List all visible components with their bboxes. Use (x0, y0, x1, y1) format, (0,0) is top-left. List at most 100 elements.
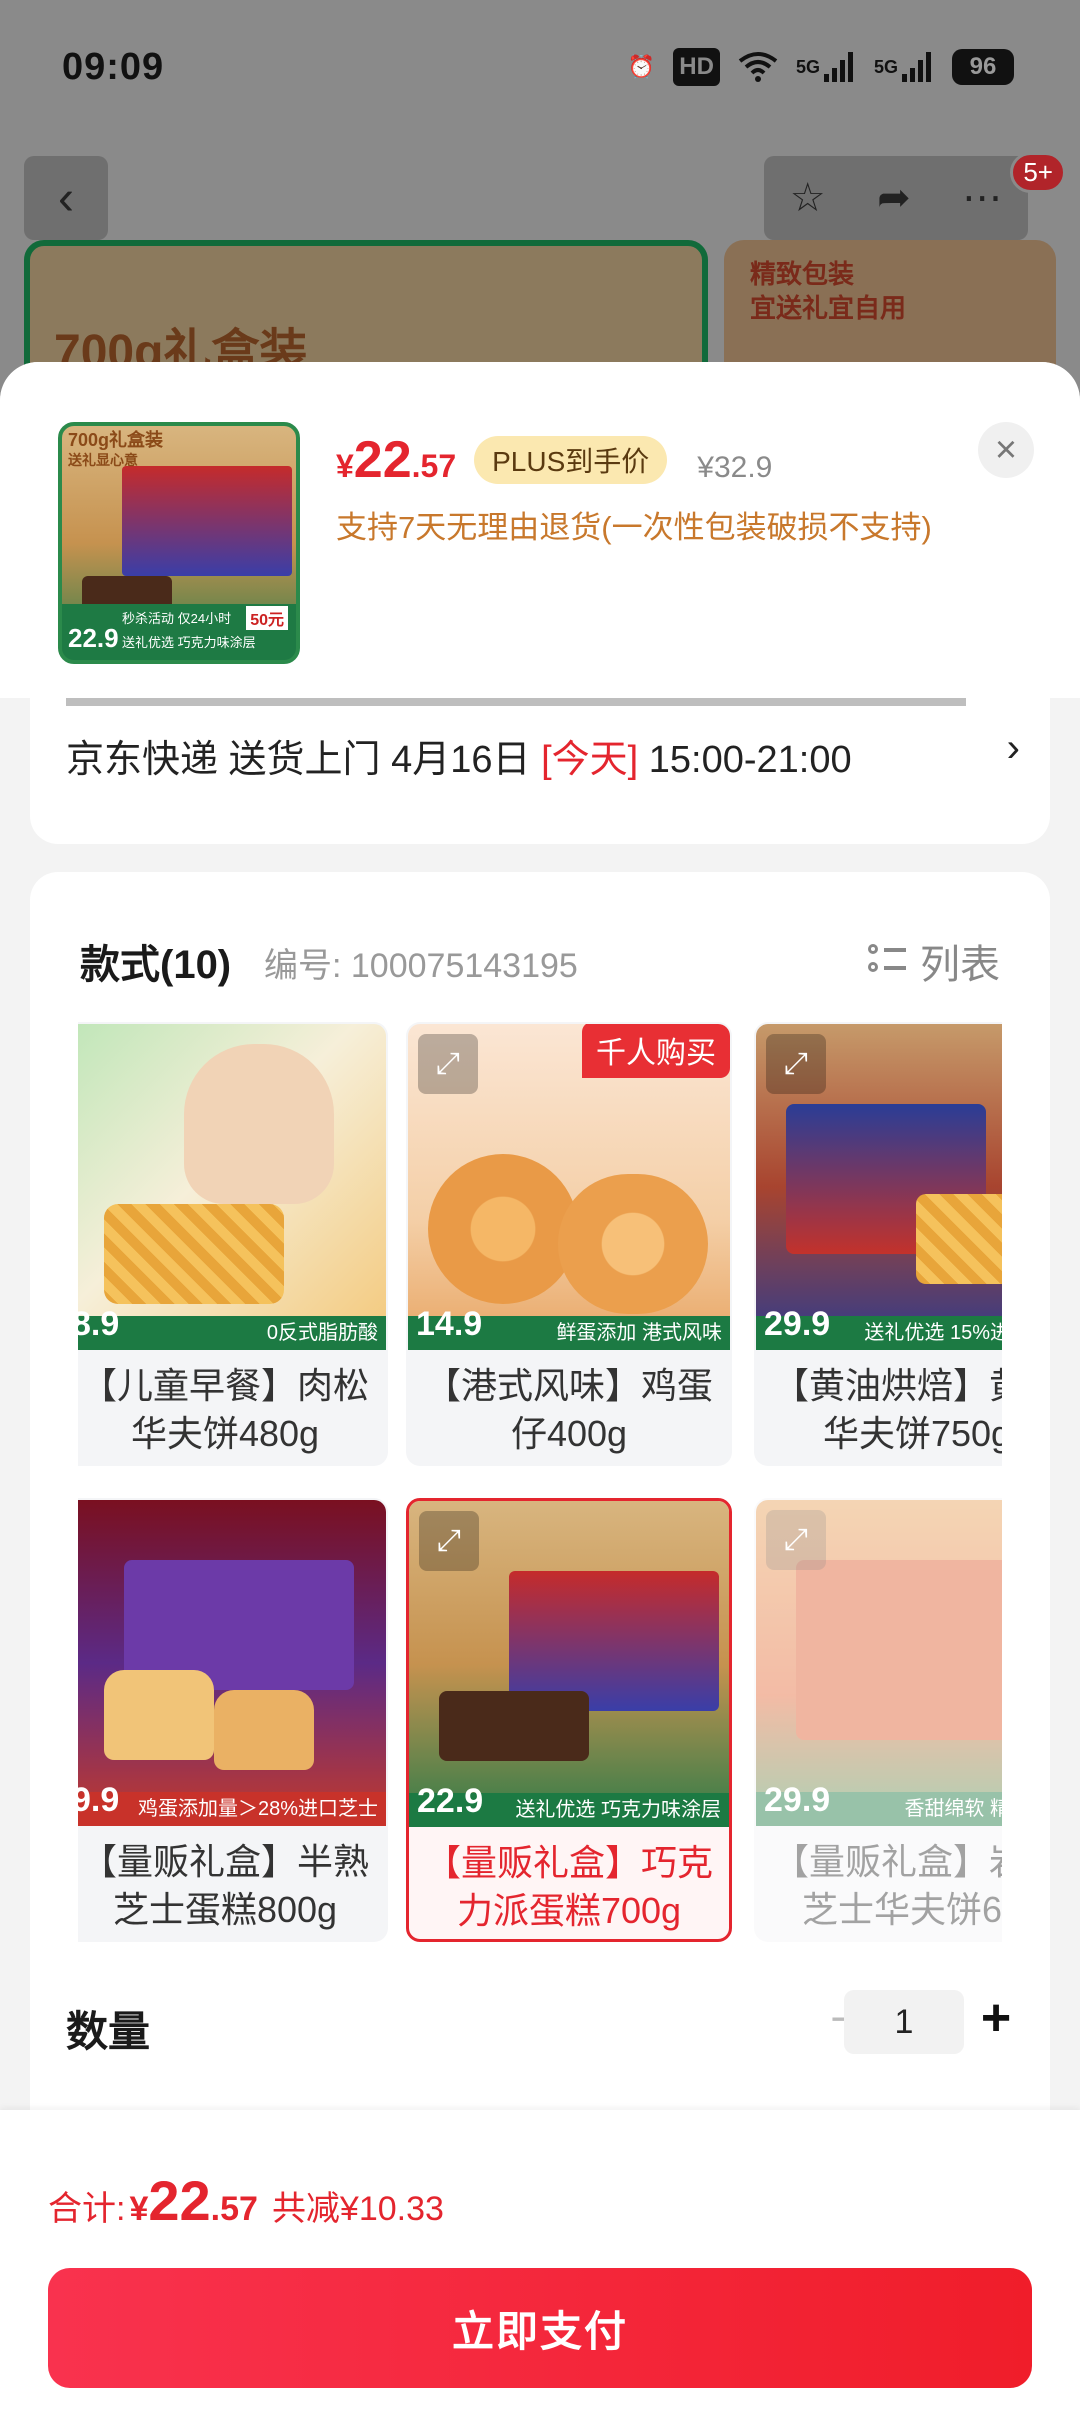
thumb-label-1: 700g礼盒装 (68, 430, 164, 450)
style-title: 款式(10) (80, 943, 232, 987)
sheet-header: 700g礼盒装 送礼显心意 秒杀活动 仅24小时 送礼优选 巧克力味涂层 50元 … (0, 362, 1080, 698)
style-option-name: 【量贩礼盒】半熟芝士蛋糕800g (80, 1841, 369, 1930)
expand-icon[interactable]: ⤢ (766, 1034, 826, 1094)
network-label-1: 5G (795, 56, 820, 77)
card2-line2: 宜送礼宜自用 (750, 292, 907, 323)
quantity-row: 数量 − 1 + (66, 1984, 1014, 2074)
style-option-name: 【量贩礼盒】巧克力派蛋糕700g (424, 1842, 713, 1931)
style-option-name: 【港式风味】鸡蛋仔400g (424, 1365, 713, 1454)
status-icons: ⏰ HD 5G 5G 96 (628, 48, 1014, 86)
status-time: 09:09 (62, 46, 165, 88)
share-icon[interactable]: ➦ (877, 175, 911, 221)
style-option-disabled: 香甜绵软 精致礼盒 29.9 ⤢ 【量贩礼盒】岩烧芝士华夫饼6... (754, 1498, 1002, 1942)
style-option-price: 8.9 (78, 1305, 120, 1343)
wifi-icon (738, 48, 778, 86)
popularity-badge: 千人购买 (582, 1024, 730, 1078)
list-view-toggle[interactable]: 列表 (868, 932, 1000, 990)
egg-waffle-art (428, 1154, 578, 1304)
style-option-name: 【儿童早餐】肉松华夫饼480g (80, 1365, 369, 1454)
style-option-price: 29.9 (764, 1305, 831, 1343)
price-integer: 22 (353, 431, 412, 489)
increase-quantity-button[interactable]: + (966, 1988, 1026, 2048)
delivery-info: 京东快递 送货上门 4月16日 [今天] 15:00-21:00 (66, 728, 852, 783)
status-bar: 09:09 ⏰ HD 5G 5G 96 (0, 0, 1080, 140)
thumb-label: 700g礼盒装 送礼显心意 (68, 430, 163, 468)
style-option-caption: 0反式脂肪酸 (78, 1316, 386, 1350)
style-grid: 0反式脂肪酸 8.9 【儿童早餐】肉松华夫饼480g 千人购买 鲜蛋添加 港式风… (78, 1022, 1002, 1962)
price-decimal: .57 (411, 448, 457, 484)
waffle-art (104, 1204, 284, 1304)
return-policy: 支持7天无理由退货(一次性包装破损不支持) (336, 510, 932, 545)
expand-icon[interactable]: ⤢ (419, 1511, 479, 1571)
style-option-name: 【量贩礼盒】岩烧芝士华夫饼6... (772, 1841, 1002, 1930)
sku-selection-sheet: 700g礼盒装 送礼显心意 秒杀活动 仅24小时 送礼优选 巧克力味涂层 50元 … (0, 362, 1080, 2412)
network-label-2: 5G (873, 56, 898, 77)
price-row: ¥ 22 .57 PLUS到手价 ¥32.9 (336, 430, 772, 490)
child-photo-art (184, 1044, 334, 1204)
original-price: ¥32.9 (697, 451, 773, 484)
thumb-label-2: 送礼显心意 (68, 451, 138, 468)
notification-badge: 5+ (1010, 152, 1066, 193)
quantity-value[interactable]: 1 (844, 1990, 964, 2054)
gift-box-art (509, 1571, 719, 1711)
price-yen: ¥ (336, 448, 354, 484)
background-card2-label: 精致包装 宜送礼宜自用 (750, 258, 906, 326)
style-option[interactable]: 0反式脂肪酸 8.9 【儿童早餐】肉松华夫饼480g (78, 1022, 388, 1466)
style-option[interactable]: 送礼优选 15%进口黄油 29.9 ⤢ 【黄油烘焙】黄油华夫饼750g (754, 1022, 1002, 1466)
close-icon: × (994, 428, 1018, 471)
hd-icon: HD (673, 48, 720, 86)
total-yen: ¥ (129, 2190, 149, 2228)
delivery-card[interactable]: 京东快递 送货上门 4月16日 [今天] 15:00-21:00 › (30, 698, 1050, 844)
back-button[interactable]: ‹ (24, 156, 108, 240)
style-option-caption: 鸡蛋添加量＞28%进口芝士 (78, 1792, 386, 1826)
checkout-footer: 合计: ¥ 22 .57 共减¥10.33 立即支付 (0, 2110, 1080, 2412)
style-option-selected[interactable]: 送礼优选 巧克力味涂层 22.9 ⤢ 【量贩礼盒】巧克力派蛋糕700g (406, 1498, 732, 1942)
chevron-right-icon: › (1006, 726, 1020, 770)
pay-now-button[interactable]: 立即支付 (48, 2268, 1032, 2388)
expand-icon[interactable]: ⤢ (418, 1034, 478, 1094)
sku-number: 编号: 100075143195 (264, 947, 578, 985)
delivery-time-window: 15:00-21:00 (638, 739, 852, 781)
expand-icon: ⤢ (766, 1510, 826, 1570)
card2-line1: 精致包装 (750, 259, 855, 289)
star-icon[interactable]: ☆ (790, 175, 826, 221)
cheesecake-art-2 (214, 1690, 314, 1770)
chocolate-pie-art (439, 1691, 589, 1761)
quantity-label: 数量 (66, 2008, 151, 2055)
thumb-caption-2: 送礼优选 巧克力味涂层 (122, 635, 256, 650)
total-row: 合计: ¥ 22 .57 共减¥10.33 (48, 2168, 444, 2233)
style-option-image: 0反式脂肪酸 8.9 (78, 1024, 386, 1350)
total-discount: 共减¥10.33 (271, 2190, 444, 2228)
delivery-today: [今天] (541, 739, 639, 781)
egg-waffle-art-2 (558, 1174, 708, 1314)
style-option[interactable]: 千人购买 鲜蛋添加 港式风味 14.9 ⤢ 【港式风味】鸡蛋仔400g (406, 1022, 732, 1466)
alarm-icon: ⏰ (627, 54, 656, 79)
style-option-price: 14.9 (416, 1305, 483, 1343)
waffle-art (916, 1194, 1002, 1284)
total-integer: 22 (148, 2169, 211, 2232)
product-thumbnail[interactable]: 700g礼盒装 送礼显心意 秒杀活动 仅24小时 送礼优选 巧克力味涂层 50元 … (58, 422, 300, 664)
style-option[interactable]: 鸡蛋添加量＞28%进口芝士 9.9 【量贩礼盒】半熟芝士蛋糕800g (78, 1498, 388, 1942)
close-button[interactable]: × (978, 422, 1034, 478)
style-option-price: 22.9 (417, 1782, 484, 1820)
style-option-price: 29.9 (764, 1781, 831, 1819)
style-option-name: 【黄油烘焙】黄油华夫饼750g (772, 1365, 1002, 1454)
thumb-price: 22.9 (68, 623, 119, 653)
cheesecake-art (104, 1670, 214, 1760)
chevron-left-icon: ‹ (58, 171, 74, 225)
signal-5g-icon: 5G (796, 48, 856, 86)
plus-price-tag: PLUS到手价 (474, 436, 668, 484)
gift-box-art (796, 1560, 1002, 1740)
total-label: 合计: (48, 2190, 126, 2228)
total-decimal: .57 (210, 2190, 258, 2228)
signal-5g-icon-2: 5G (874, 48, 934, 86)
top-actions: ☆ ➦ ⋯ (764, 156, 1028, 240)
clipped-text-line (66, 698, 966, 718)
style-option-image: 鸡蛋添加量＞28%进口芝士 9.9 (78, 1500, 386, 1826)
list-view-label: 列表 (920, 943, 1000, 987)
style-option-price: 9.9 (78, 1781, 120, 1819)
delivery-prefix: 京东快递 送货上门 4月16日 (66, 739, 542, 781)
thumb-box-art (122, 466, 292, 576)
more-icon[interactable]: ⋯ (962, 175, 1002, 221)
list-icon (868, 942, 906, 980)
